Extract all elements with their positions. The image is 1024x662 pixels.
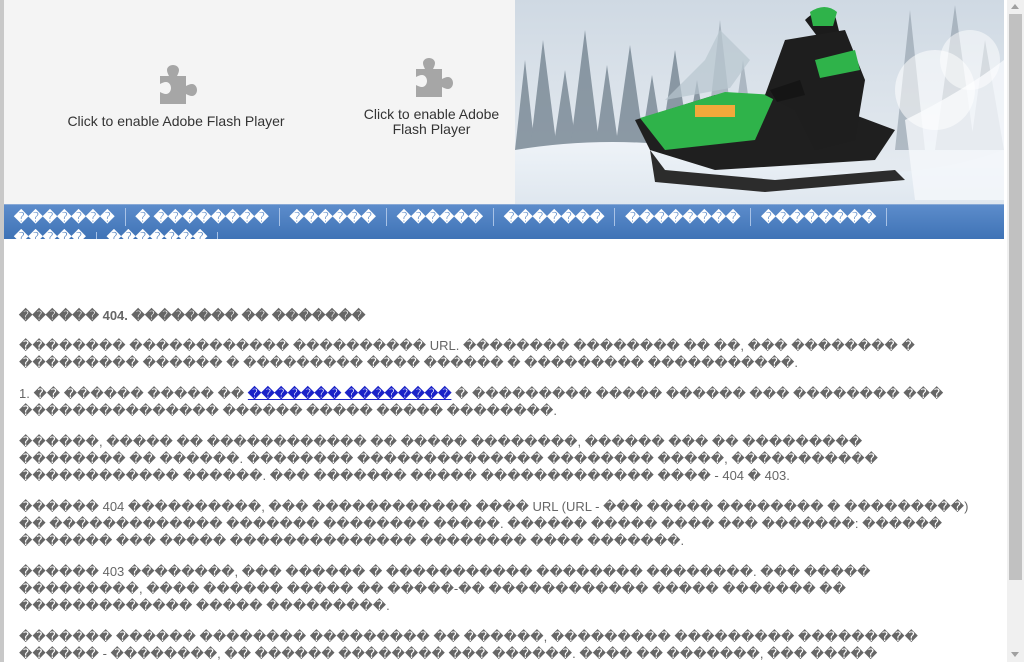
main-navigation: ������� � �������� ������ ������ ������� ����… — [4, 204, 1004, 239]
plugin-puzzle-icon — [160, 65, 197, 104]
error-paragraph-2: 1. �� ������ ����� �� ������� �������� �… — [19, 385, 969, 419]
flash-enable-text-2: Click to enable Adobe Flash Player — [363, 106, 500, 137]
paragraph-2-prefix: 1. �� ������ ����� �� — [19, 386, 248, 401]
flash-placeholder-area: Click to enable Adobe Flash Player Click… — [4, 0, 515, 204]
nav-row-1: ������� � �������� ������ ������ ������� ����… — [4, 208, 888, 226]
nav-item-2[interactable]: � �������� — [126, 208, 280, 226]
flash-player-placeholder-1[interactable]: Click to enable Adobe Flash Player — [48, 62, 304, 129]
snowmobile-photo — [515, 0, 1004, 204]
nav-item-5[interactable]: ������� — [494, 208, 616, 226]
vertical-scrollbar[interactable] — [1007, 0, 1024, 662]
nav-item-3[interactable]: ������ — [280, 208, 387, 226]
nav-item-4[interactable]: ������ — [387, 208, 494, 226]
header-snowmobile-image — [515, 0, 1004, 204]
page-title: ������ 404. �������� �� ������� — [19, 308, 366, 323]
nav-item-7[interactable]: �������� — [751, 208, 888, 226]
site-header: Click to enable Adobe Flash Player Click… — [4, 0, 1004, 204]
nav-item-6[interactable]: �������� — [615, 208, 752, 226]
error-paragraph-4: ������ 404 ����������, ��� ������������ … — [19, 499, 969, 548]
flash-player-placeholder-2[interactable]: Click to enable Adobe Flash Player — [349, 55, 514, 137]
flash-enable-text-1: Click to enable Adobe Flash Player — [67, 113, 285, 129]
nav-item-8[interactable]: ����� — [4, 230, 97, 239]
nav-item-9[interactable]: ������� — [97, 230, 219, 239]
nav-item-1[interactable]: ������� — [4, 208, 126, 226]
error-content: ������ 404. �������� �� ������� ��������… — [19, 307, 969, 662]
nav-row-2: ����� ������� — [4, 229, 219, 239]
plugin-puzzle-icon — [415, 58, 453, 97]
error-paragraph-3: ������, ����� �� ������������ �� ����� �… — [19, 434, 878, 483]
page-frame: Click to enable Adobe Flash Player Click… — [4, 0, 1004, 662]
scroll-up-arrow-icon[interactable] — [1011, 4, 1019, 9]
error-paragraph-6: ������� ������ �������� ��������� �� ���… — [19, 629, 918, 661]
error-paragraph-5: ������ 403 ��������, ��� ������ � ������… — [19, 564, 871, 613]
scroll-down-arrow-icon[interactable] — [1011, 652, 1019, 657]
scrollbar-thumb[interactable] — [1009, 14, 1022, 580]
home-page-link[interactable]: ������� �������� — [248, 386, 452, 401]
error-paragraph-1: �������� ������������ ���������� URL. ��… — [19, 338, 915, 370]
